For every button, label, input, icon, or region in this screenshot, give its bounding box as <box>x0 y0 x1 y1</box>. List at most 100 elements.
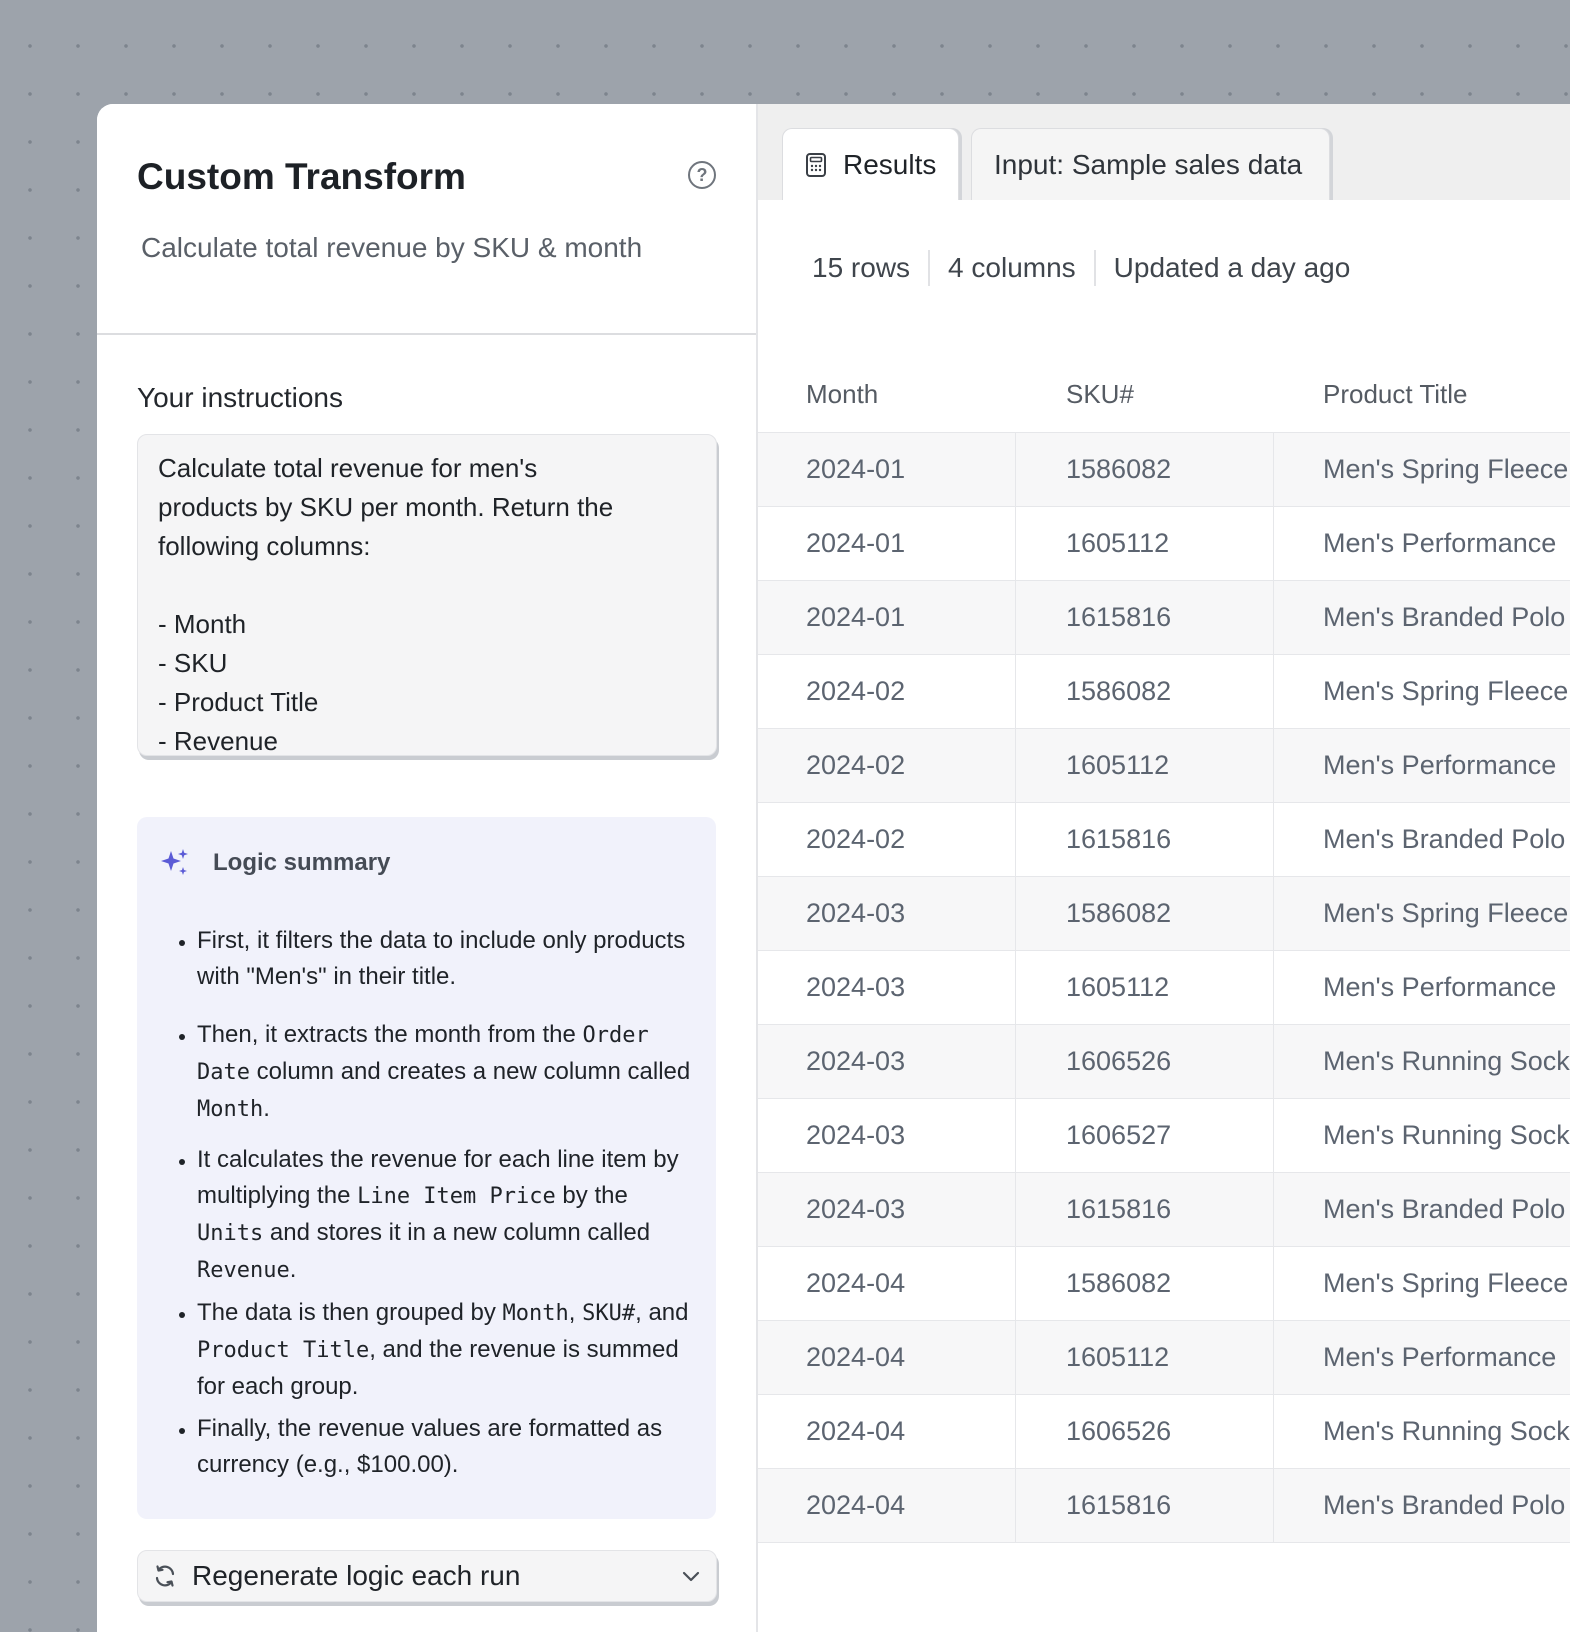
cell-month: 2024-01 <box>758 507 1016 580</box>
logic-step-text: Finally, the revenue values are formatte… <box>197 1415 663 1478</box>
cell-month: 2024-02 <box>758 803 1016 876</box>
regenerate-logic-dropdown[interactable]: Regenerate logic each run <box>137 1550 717 1602</box>
logic-step-text: . <box>263 1095 270 1122</box>
results-meta: 15 rows 4 columns Updated a day ago <box>812 250 1350 286</box>
cell-product-title: Men's Performance <box>1323 972 1557 1002</box>
sparkle-icon <box>161 849 188 875</box>
cell-product-title: Men's Running Sock <box>1323 1120 1570 1150</box>
instruction-line: - SKU <box>158 648 228 678</box>
cell-product-title: Men's Performance <box>1323 1342 1557 1372</box>
cell-sku: 1606526 <box>1016 1025 1274 1098</box>
logic-step: The data is then grouped by Month, SKU#,… <box>197 1295 694 1405</box>
code-identifier: Units <box>197 1221 264 1246</box>
panel-subtitle: Calculate total revenue by SKU & month <box>141 232 643 263</box>
table-row[interactable]: 2024-03 1615816 Men's Branded Polo <box>758 1173 1570 1247</box>
cell-month: 2024-03 <box>758 951 1016 1024</box>
meta-divider <box>1093 250 1096 286</box>
cell-sku: 1586082 <box>1016 1247 1274 1320</box>
logic-step-text: column and creates a new column called <box>249 1058 691 1085</box>
logic-step-text: by the <box>555 1182 628 1209</box>
column-header-sku[interactable]: SKU# <box>1016 356 1274 432</box>
logic-step: It calculates the revenue for each line … <box>197 1142 694 1289</box>
cell-month: 2024-03 <box>758 877 1016 950</box>
instruction-line: - Month <box>158 609 247 639</box>
table-row[interactable]: 2024-04 1615816 Men's Branded Polo <box>758 1469 1570 1543</box>
instruction-line <box>158 566 696 605</box>
cell-product-title: Men's Running Sock <box>1323 1046 1570 1076</box>
logic-step-text: First, it filters the data to include on… <box>197 927 686 990</box>
cell-month: 2024-03 <box>758 1025 1016 1098</box>
table-row[interactable]: 2024-04 1606526 Men's Running Sock <box>758 1395 1570 1469</box>
calculator-icon <box>806 152 826 177</box>
cell-product-title: Men's Spring Fleece <box>1323 898 1569 928</box>
table-body: 2024-01 1586082 Men's Spring Fleece 2024-01… <box>758 433 1570 1543</box>
results-panel: Results Input: Sample sales data 15 rows… <box>758 104 1570 1632</box>
logic-step-text: . <box>289 1256 297 1283</box>
instruction-line: Calculate total revenue for men's <box>158 453 538 483</box>
cell-product-title: Men's Performance <box>1323 528 1557 558</box>
cell-month: 2024-01 <box>758 433 1016 506</box>
table-row[interactable]: 2024-02 1605112 Men's Performance <box>758 729 1570 803</box>
panel-header: Custom Transform ? Calculate total reven… <box>97 104 756 335</box>
tab-input-label: Input: Sample sales data <box>994 148 1303 180</box>
table-row[interactable]: 2024-04 1586082 Men's Spring Fleece <box>758 1247 1570 1321</box>
column-header-month[interactable]: Month <box>758 356 1016 432</box>
cell-product-title: Men's Branded Polo <box>1323 824 1566 854</box>
cell-product-title: Men's Performance <box>1323 750 1557 780</box>
cell-month: 2024-03 <box>758 1173 1016 1246</box>
table-row[interactable]: 2024-03 1586082 Men's Spring Fleece <box>758 877 1570 951</box>
instructions-textarea[interactable]: Calculate total revenue for men's product… <box>137 434 717 756</box>
results-table: Month SKU# Product Title 2024-01 1586082 M… <box>758 356 1570 1543</box>
cell-sku: 1605112 <box>1016 1321 1274 1394</box>
cell-month: 2024-01 <box>758 581 1016 654</box>
instructions-label: Your instructions <box>137 382 343 413</box>
code-identifier: Line Item Price <box>357 1184 556 1209</box>
logic-step-text: Then, it extracts the month from the <box>197 1021 583 1048</box>
table-header: Month SKU# Product Title <box>758 356 1570 433</box>
chevron-down-icon <box>682 1571 700 1582</box>
cell-sku: 1586082 <box>1016 655 1274 728</box>
table-row[interactable]: 2024-01 1586082 Men's Spring Fleece <box>758 433 1570 507</box>
help-circle-icon[interactable]: ? <box>688 161 716 189</box>
table-row[interactable]: 2024-03 1606527 Men's Running Sock <box>758 1099 1570 1173</box>
table-row[interactable]: 2024-01 1615816 Men's Branded Polo <box>758 581 1570 655</box>
table-row[interactable]: 2024-02 1615816 Men's Branded Polo <box>758 803 1570 877</box>
table-row[interactable]: 2024-02 1586082 Men's Spring Fleece <box>758 655 1570 729</box>
table-row[interactable]: 2024-03 1605112 Men's Performance <box>758 951 1570 1025</box>
tab-results-label: Results <box>843 148 937 180</box>
updated-time: Updated a day ago <box>1113 252 1351 283</box>
logic-summary-card: Logic summary First, it filters the data… <box>137 817 716 1519</box>
code-identifier: Month <box>502 1301 569 1326</box>
cell-sku: 1605112 <box>1016 729 1274 802</box>
cell-product-title: Men's Branded Polo <box>1323 1490 1566 1520</box>
cell-month: 2024-04 <box>758 1395 1016 1468</box>
cell-product-title: Men's Spring Fleece <box>1323 454 1569 484</box>
logic-step-text: , and <box>635 1299 689 1326</box>
cell-product-title: Men's Branded Polo <box>1323 602 1566 632</box>
instruction-line: products by SKU per month. Return the <box>158 492 614 522</box>
tab-results[interactable]: Results <box>782 128 959 200</box>
cell-month: 2024-04 <box>758 1469 1016 1542</box>
cell-sku: 1586082 <box>1016 877 1274 950</box>
tab-input-sample-sales[interactable]: Input: Sample sales data <box>971 128 1330 200</box>
code-identifier: Product Title <box>197 1338 370 1363</box>
cell-sku: 1615816 <box>1016 1469 1274 1542</box>
logic-steps-list: First, it filters the data to include on… <box>159 923 694 1483</box>
cell-sku: 1605112 <box>1016 951 1274 1024</box>
column-header-product-title[interactable]: Product Title <box>1274 356 1570 432</box>
logic-step-text: The data is then grouped by <box>197 1299 503 1326</box>
tab-bar: Results Input: Sample sales data <box>758 104 1570 200</box>
table-row[interactable]: 2024-04 1605112 Men's Performance <box>758 1321 1570 1395</box>
cell-sku: 1615816 <box>1016 1173 1274 1246</box>
table-row[interactable]: 2024-03 1606526 Men's Running Sock <box>758 1025 1570 1099</box>
logic-step: First, it filters the data to include on… <box>197 923 694 995</box>
regenerate-logic-label: Regenerate logic each run <box>192 1560 521 1591</box>
cell-product-title: Men's Running Sock <box>1323 1416 1570 1446</box>
instruction-line: following columns: <box>158 531 371 561</box>
cell-product-title: Men's Branded Polo <box>1323 1194 1566 1224</box>
cell-month: 2024-03 <box>758 1099 1016 1172</box>
cell-sku: 1615816 <box>1016 581 1274 654</box>
table-row[interactable]: 2024-01 1605112 Men's Performance <box>758 507 1570 581</box>
code-identifier: Month <box>197 1097 264 1122</box>
cell-month: 2024-02 <box>758 729 1016 802</box>
